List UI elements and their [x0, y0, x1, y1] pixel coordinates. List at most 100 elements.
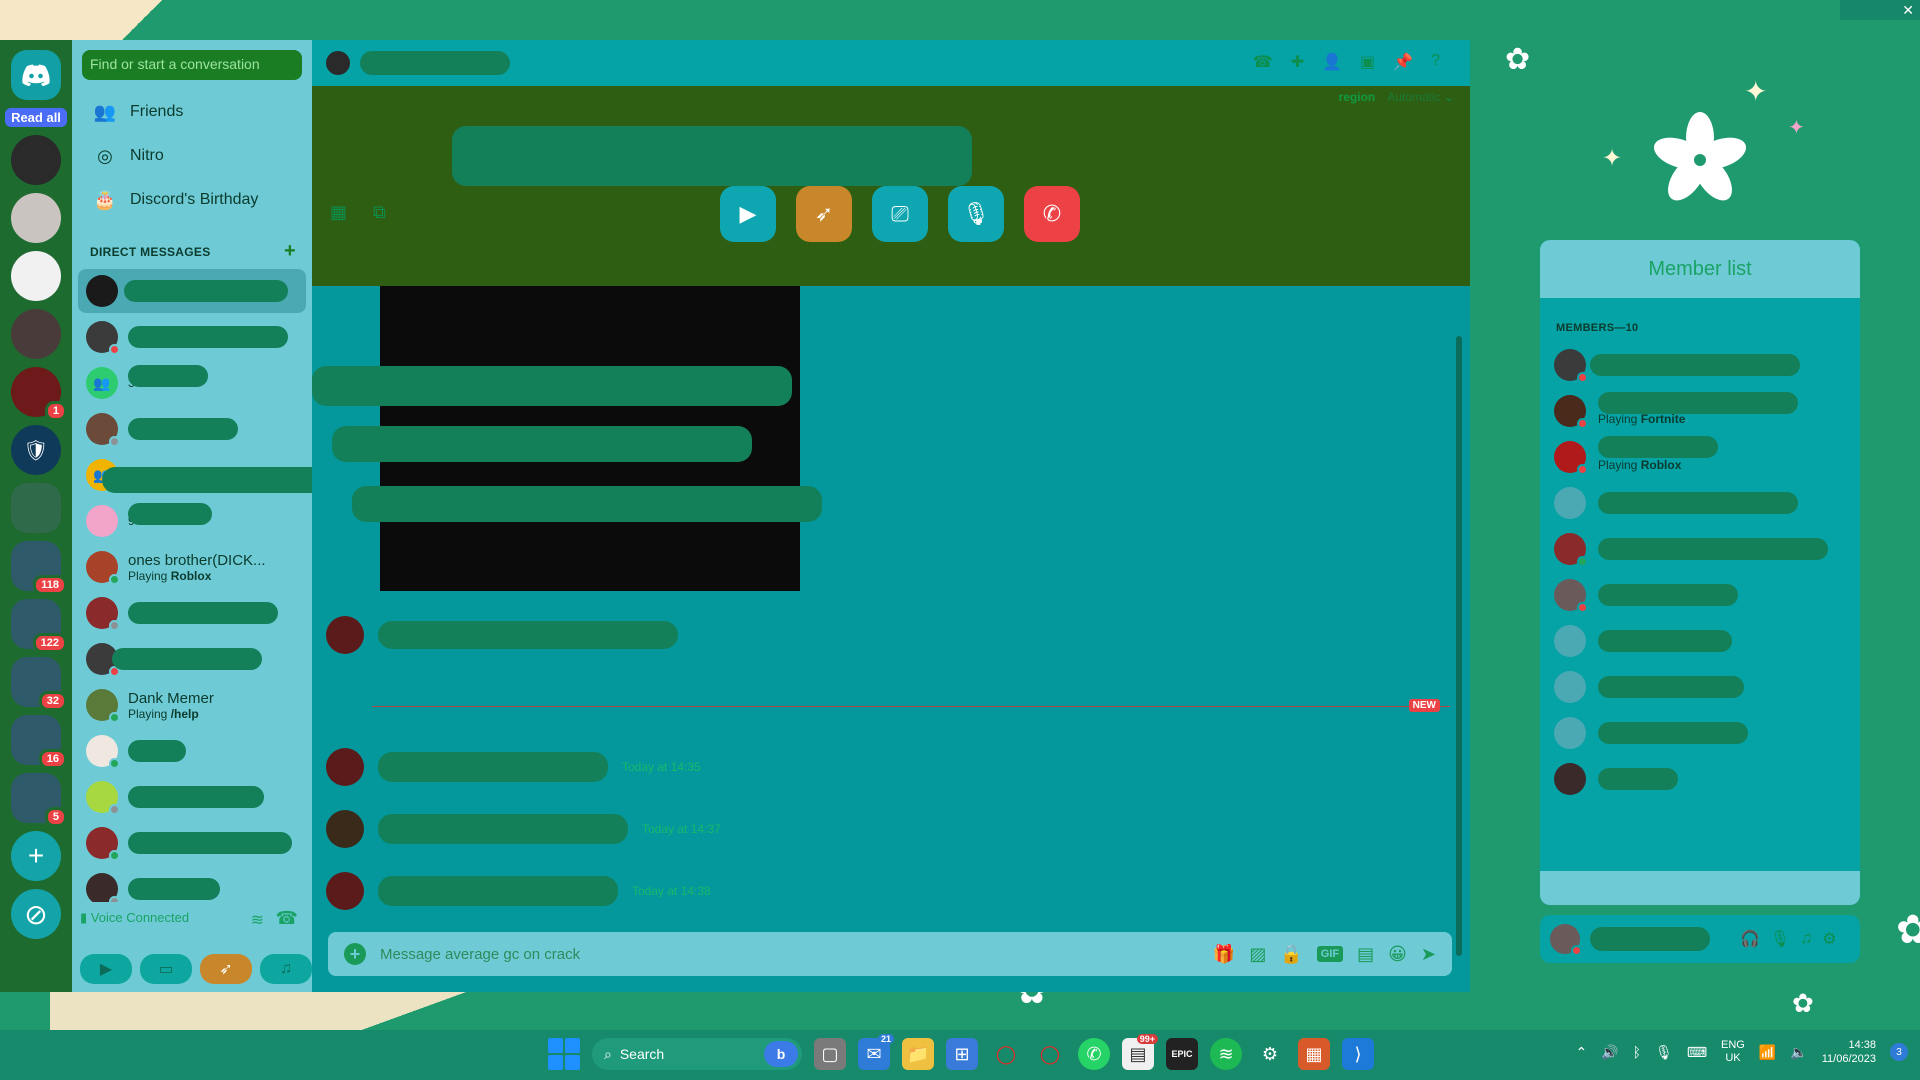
camera-button[interactable]: ▶ [80, 954, 132, 984]
microsoft-store-icon[interactable]: ⊞ [946, 1038, 978, 1070]
dm-item[interactable] [72, 591, 312, 635]
create-dm-button[interactable]: + [284, 240, 296, 263]
gif-button[interactable]: GIF [1316, 946, 1344, 962]
disabled-image-icon[interactable]: ▨ [1249, 944, 1266, 965]
server-folder[interactable]: 32 [11, 657, 67, 711]
deafen-icon[interactable]: ♫ [1800, 930, 1812, 948]
nav-discord-birthday[interactable]: 🎂 Discord's Birthday [72, 178, 312, 222]
member-item[interactable] [1540, 342, 1860, 388]
dm-item[interactable] [72, 407, 312, 451]
dm-item[interactable] [72, 775, 312, 819]
leave-call-button[interactable]: ✆ [1024, 186, 1080, 242]
send-icon[interactable]: ➤ [1421, 944, 1436, 965]
members-icon[interactable]: 👤 [1322, 52, 1342, 72]
window-close-button[interactable]: ✕ [1840, 0, 1920, 20]
gear-icon[interactable]: ⚙ [1822, 929, 1836, 949]
dm-item[interactable] [72, 637, 312, 681]
toggle-camera-button[interactable]: ▶ [720, 186, 776, 242]
microphone-icon[interactable]: 🎙 [1770, 929, 1790, 949]
server-folder[interactable]: 16 [11, 715, 67, 769]
bing-icon[interactable]: b [764, 1041, 798, 1067]
server-icon[interactable] [11, 251, 61, 301]
explore-servers-button[interactable]: ⊘ [11, 889, 61, 939]
dm-item[interactable] [72, 821, 312, 865]
paint-icon[interactable]: ▦ [1298, 1038, 1330, 1070]
message-input[interactable] [380, 945, 1199, 963]
whatsapp-icon[interactable]: ✆ [1078, 1038, 1110, 1070]
member-item[interactable] [1540, 664, 1860, 710]
help-icon[interactable]: ? [1431, 52, 1440, 72]
pin-icon[interactable]: 📌 [1393, 52, 1413, 72]
discord-home-button[interactable] [11, 50, 61, 100]
add-friends-icon[interactable]: ✚ [1291, 52, 1304, 72]
server-folder[interactable]: 118 [11, 541, 67, 595]
speaker-icon[interactable]: 🔊 [1601, 1044, 1618, 1061]
member-item[interactable] [1540, 480, 1860, 526]
call-icon[interactable]: ☎ [1253, 52, 1273, 72]
soundboard-button[interactable]: ♫ [260, 954, 312, 984]
task-view-icon[interactable]: ▢ [814, 1038, 846, 1070]
start-button[interactable] [548, 1038, 580, 1070]
notes-icon[interactable]: ▤ 99+ [1122, 1034, 1158, 1070]
read-all-button[interactable]: Read all [5, 108, 67, 127]
nav-friends[interactable]: 👥 Friends [72, 90, 312, 134]
activity-button[interactable]: ➶ [200, 954, 252, 984]
emoji-icon[interactable]: 😀 [1388, 944, 1407, 965]
keyboard-icon[interactable]: ⌨ [1687, 1044, 1707, 1061]
chat-scrollbar[interactable] [1456, 336, 1462, 956]
spotify-icon[interactable]: ≋ [1210, 1038, 1242, 1070]
volume-icon[interactable]: 🔈 [1790, 1044, 1807, 1061]
inbox-icon[interactable]: ▣ [1360, 52, 1375, 72]
language-indicator[interactable]: ENG UK [1721, 1039, 1745, 1065]
avatar[interactable] [1550, 924, 1582, 956]
dm-item[interactable] [72, 315, 312, 359]
screen-share-button[interactable]: ▭ [140, 954, 192, 984]
member-item[interactable] [1540, 710, 1860, 756]
chevron-up-icon[interactable]: ⌃ [1575, 1044, 1587, 1061]
lock-icon[interactable]: 🔒 [1280, 944, 1302, 965]
steelseries-icon[interactable]: ⚙ [1254, 1038, 1286, 1070]
server-icon[interactable] [11, 135, 61, 185]
server-folder[interactable] [11, 483, 61, 533]
notification-count-badge[interactable]: 3 [1890, 1043, 1908, 1062]
clock[interactable]: 14:38 11/06/2023 [1822, 1038, 1876, 1067]
member-item[interactable]: Playing Fortnite [1540, 388, 1860, 434]
dm-item-dank-memer[interactable]: Dank Memer Playing /help [72, 683, 312, 727]
server-folder[interactable]: 122 [11, 599, 67, 653]
opera-gx-icon[interactable]: ◯ [1034, 1038, 1066, 1070]
member-item[interactable]: Playing Roblox [1540, 434, 1860, 480]
upload-button[interactable]: + [344, 943, 366, 965]
toggle-mic-button[interactable]: 🎙 [948, 186, 1004, 242]
gift-icon[interactable]: 🎁 [1213, 944, 1235, 965]
bluetooth-icon[interactable]: ᛒ [1633, 1044, 1641, 1060]
region-selector[interactable]: region Automatic ⌄ [1339, 90, 1454, 104]
member-item[interactable] [1540, 618, 1860, 664]
share-screen-button[interactable]: ⎚ [872, 186, 928, 242]
dm-item[interactable]: 👥 3 Members [72, 361, 312, 405]
server-icon[interactable] [11, 193, 61, 243]
noise-suppression-button[interactable]: ≋ [251, 910, 264, 930]
headset-icon[interactable]: 🎧 [1740, 929, 1760, 949]
mail-icon[interactable]: ✉ 21 [858, 1034, 894, 1070]
search-input[interactable]: Find or start a conversation [82, 50, 302, 80]
member-item[interactable] [1540, 756, 1860, 802]
dm-item[interactable]: 9 Members [72, 499, 312, 543]
start-activity-button[interactable]: ➶ [796, 186, 852, 242]
popout-icon[interactable]: ⧉ [373, 202, 386, 223]
server-icon[interactable]: 🛡 [11, 425, 61, 475]
add-server-button[interactable]: + [11, 831, 61, 881]
sticker-icon[interactable]: ▤ [1357, 944, 1374, 965]
microphone-icon[interactable]: 🎙 [1655, 1044, 1673, 1061]
dm-item[interactable] [72, 729, 312, 773]
file-explorer-icon[interactable]: 📁 [902, 1038, 934, 1070]
nav-nitro[interactable]: ◎ Nitro [72, 134, 312, 178]
disconnect-voice-button[interactable]: ☎ [276, 908, 298, 929]
dm-item[interactable]: ones brother(DICK... Playing Roblox [72, 545, 312, 589]
opera-icon[interactable]: ◯ [990, 1038, 1022, 1070]
server-icon[interactable]: 1 [11, 367, 67, 421]
vscode-icon[interactable]: ⟩ [1342, 1038, 1374, 1070]
taskbar-search[interactable]: ⌕ Search b [592, 1038, 802, 1070]
grid-view-icon[interactable]: ▦ [330, 202, 347, 223]
dm-item[interactable] [78, 269, 306, 313]
server-folder[interactable]: 5 [11, 773, 67, 827]
